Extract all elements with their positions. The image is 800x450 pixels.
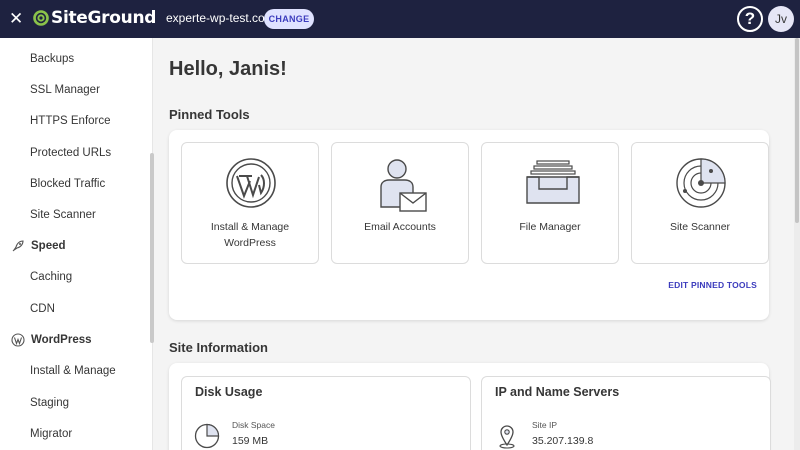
sidebar-item-migrator[interactable]: Migrator xyxy=(30,426,72,442)
help-icon[interactable]: ? xyxy=(737,6,763,32)
main-content: Hello, Janis! Pinned Tools Install & Man… xyxy=(153,38,800,450)
site-ip-value: 35.207.139.8 xyxy=(532,435,594,447)
sidebar-section-label: Speed xyxy=(31,240,66,252)
edit-pinned-tools-link[interactable]: EDIT PINNED TOOLS xyxy=(668,280,757,290)
site-domain: experte-wp-test.com xyxy=(166,11,275,25)
top-bar: ✕ SiteGround experte-wp-test.com CHANGE … xyxy=(0,0,800,38)
disk-space-label: Disk Space xyxy=(232,420,275,430)
sidebar-item-cdn[interactable]: CDN xyxy=(30,301,55,317)
wordpress-icon xyxy=(11,333,25,347)
tool-label: Install & Manage WordPress xyxy=(210,221,290,249)
sidebar: Backups SSL Manager HTTPS Enforce Protec… xyxy=(0,38,154,450)
location-pin-icon xyxy=(499,425,515,449)
tool-file-manager[interactable]: File Manager xyxy=(481,142,619,264)
tool-site-scanner[interactable]: Site Scanner xyxy=(631,142,769,264)
pinned-tools-title: Pinned Tools xyxy=(169,107,250,122)
file-manager-icon xyxy=(526,160,580,204)
ip-name-servers-title: IP and Name Servers xyxy=(495,385,620,399)
ip-name-servers-box: IP and Name Servers Site IP 35.207.139.8 xyxy=(481,376,771,450)
logo-text: SiteGround xyxy=(51,8,157,28)
site-information-card: Disk Usage Disk Space 159 MB IP and Name… xyxy=(169,363,771,450)
disk-space-value: 159 MB xyxy=(232,435,269,447)
sidebar-item-staging[interactable]: Staging xyxy=(30,395,69,411)
site-information-title: Site Information xyxy=(169,340,268,355)
pie-chart-icon xyxy=(194,423,220,449)
disk-usage-title: Disk Usage xyxy=(195,385,263,399)
sidebar-item-caching[interactable]: Caching xyxy=(30,269,72,285)
sidebar-section-label: WordPress xyxy=(31,334,92,346)
sidebar-item-site-scanner[interactable]: Site Scanner xyxy=(30,207,96,223)
sidebar-item-https-enforce[interactable]: HTTPS Enforce xyxy=(30,113,111,129)
sidebar-item-install-manage[interactable]: Install & Manage xyxy=(30,363,116,379)
siteground-logo[interactable]: SiteGround xyxy=(33,8,156,28)
change-site-button[interactable]: CHANGE xyxy=(264,9,314,29)
wordpress-icon xyxy=(226,158,276,208)
pinned-tools-card: Install & Manage WordPress Email Account… xyxy=(169,130,769,320)
close-icon[interactable]: ✕ xyxy=(9,9,23,29)
main-scrollbar-thumb[interactable] xyxy=(795,38,799,223)
tool-label: Site Scanner xyxy=(669,221,731,233)
page-title: Hello, Janis! xyxy=(169,58,287,80)
sidebar-item-ssl-manager[interactable]: SSL Manager xyxy=(30,82,100,98)
sidebar-item-protected-urls[interactable]: Protected URLs xyxy=(30,145,111,161)
sidebar-item-blocked-traffic[interactable]: Blocked Traffic xyxy=(30,176,105,192)
rocket-icon xyxy=(12,240,24,252)
tool-label: File Manager xyxy=(519,221,581,233)
siteground-swirl-icon xyxy=(33,10,49,26)
disk-usage-box: Disk Usage Disk Space 159 MB xyxy=(181,376,471,450)
sidebar-item-backups[interactable]: Backups xyxy=(30,51,74,67)
tool-email-accounts[interactable]: Email Accounts xyxy=(331,142,469,264)
main-scrollbar-track[interactable] xyxy=(794,38,800,450)
sidebar-section-wordpress[interactable]: WordPress xyxy=(11,332,92,348)
tool-install-manage-wordpress[interactable]: Install & Manage WordPress xyxy=(181,142,319,264)
avatar[interactable]: Jv xyxy=(768,6,794,32)
site-ip-label: Site IP xyxy=(532,420,558,430)
email-accounts-icon xyxy=(380,159,427,212)
tool-label: Email Accounts xyxy=(364,221,436,233)
radar-icon xyxy=(676,158,726,208)
sidebar-section-speed[interactable]: Speed xyxy=(11,238,66,254)
